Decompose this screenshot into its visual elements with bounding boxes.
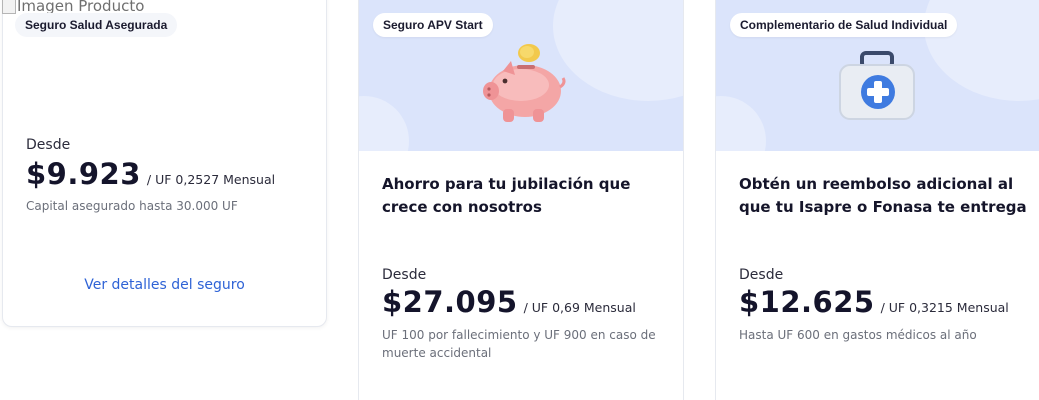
price-row: $27.095 / UF 0,69 Mensual — [382, 285, 636, 319]
product-tag: Seguro Salud Asegurada — [15, 13, 178, 37]
coverage-note: Hasta UF 600 en gastos médicos al año — [739, 328, 977, 342]
first-aid-kit-icon — [839, 51, 915, 120]
view-details-link[interactable]: Ver detalles del seguro — [3, 277, 326, 293]
price-unit: / UF 0,3215 Mensual — [880, 300, 1009, 315]
price-row: $12.625 / UF 0,3215 Mensual — [739, 285, 1009, 319]
coverage-note: UF 100 por fallecimiento y UF 900 en cas… — [382, 328, 656, 360]
product-card-salud-asegurada[interactable]: Seguro Salud Asegurada Desde $9.923 / UF… — [2, 0, 327, 327]
price-value: $9.923 — [26, 157, 141, 191]
product-description: Ahorro para tu jubilación que crece con … — [382, 175, 631, 216]
product-card-apv-start[interactable]: Seguro APV Start Ahorro para tu jubilaci… — [358, 0, 684, 400]
price-value: $27.095 — [382, 285, 518, 319]
price-from-label: Desde — [382, 267, 427, 283]
price-from-label: Desde — [26, 137, 71, 153]
coverage-note: Capital asegurado hasta 30.000 UF — [26, 199, 238, 213]
product-tag: Complementario de Salud Individual — [730, 13, 958, 37]
price-row: $9.923 / UF 0,2527 Mensual — [26, 157, 275, 191]
piggy-bank-icon — [483, 44, 566, 122]
product-tag: Seguro APV Start — [373, 13, 493, 37]
price-from-label: Desde — [739, 267, 784, 283]
price-value: $12.625 — [739, 285, 875, 319]
broken-image-icon — [2, 0, 16, 14]
product-card-complementario-salud[interactable]: Complementario de Salud Individual Obtén… — [715, 0, 1039, 400]
price-unit: / UF 0,69 Mensual — [523, 300, 636, 315]
product-description: Obtén un reembolso adicional al que tu I… — [739, 175, 1027, 216]
price-unit: / UF 0,2527 Mensual — [146, 172, 276, 187]
